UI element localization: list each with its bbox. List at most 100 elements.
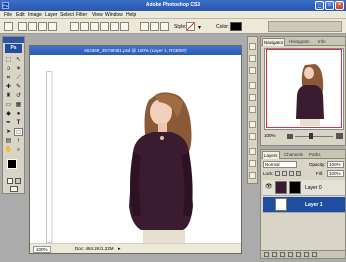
menu-select[interactable]: Select	[60, 12, 74, 18]
menu-help[interactable]: Help	[126, 12, 136, 18]
palette-well[interactable]	[268, 21, 342, 32]
tab-navigator[interactable]: Navigator	[262, 38, 286, 46]
blend-mode-select[interactable]: Normal	[263, 161, 297, 168]
tab-channels[interactable]: Channels	[283, 151, 304, 159]
shape-ellipse-icon[interactable]	[90, 22, 99, 31]
opacity-field[interactable]: 100%	[327, 161, 344, 168]
toolbox-header[interactable]	[3, 37, 24, 43]
delete-layer-icon[interactable]	[312, 252, 317, 257]
lock-pixels-icon[interactable]	[282, 171, 287, 176]
chevron-down-icon[interactable]: ▾	[198, 24, 201, 31]
history-brush-icon[interactable]: ↺	[14, 92, 23, 100]
shape-polygon-icon[interactable]	[100, 22, 109, 31]
dodge-tool-icon[interactable]: ●	[14, 110, 23, 118]
gradient-tool-icon[interactable]: ▦	[14, 101, 23, 109]
tab-paths[interactable]: Paths	[308, 151, 322, 159]
character-panel-icon[interactable]	[249, 148, 256, 155]
path-selection-icon[interactable]: ➤	[4, 128, 13, 136]
subtract-selection-icon[interactable]	[38, 22, 47, 31]
lasso-tool-icon[interactable]: ↄ	[4, 65, 13, 73]
quick-mask-icon[interactable]	[15, 178, 21, 184]
view-box[interactable]	[266, 49, 342, 128]
layer-comps-panel-icon[interactable]	[249, 67, 256, 74]
zoom-field[interactable]: 100%	[33, 246, 51, 253]
combine-icon[interactable]	[150, 22, 159, 31]
eraser-tool-icon[interactable]: ▭	[4, 101, 13, 109]
link-layers-icon[interactable]	[264, 252, 269, 257]
color-panel-icon[interactable]	[249, 82, 256, 89]
tool-preset-icon[interactable]	[4, 22, 13, 31]
shape-line-icon[interactable]	[110, 22, 119, 31]
zoom-in-icon[interactable]	[336, 133, 343, 139]
screen-mode-icon[interactable]	[10, 186, 18, 192]
shape-rounded-icon[interactable]	[80, 22, 89, 31]
lock-all-icon[interactable]	[296, 171, 301, 176]
menu-layer[interactable]: Layer	[45, 12, 58, 18]
menu-image[interactable]: Image	[28, 12, 42, 18]
paragraph-panel-icon[interactable]	[249, 160, 256, 167]
rectangle-tool-icon[interactable]: □	[14, 128, 23, 136]
add-selection-icon[interactable]	[28, 22, 37, 31]
layer-name[interactable]: Layer 0	[305, 185, 322, 191]
brushes-panel-icon[interactable]	[249, 43, 256, 50]
eyedropper-icon[interactable]: ⟊	[14, 137, 23, 145]
status-arrow-icon[interactable]: ▸	[118, 246, 121, 252]
zoom-slider-thumb[interactable]	[309, 133, 313, 139]
maximize-button[interactable]: □	[325, 1, 334, 10]
add-mask-icon[interactable]	[280, 252, 285, 257]
slice-tool-icon[interactable]: ⟋	[14, 74, 23, 82]
visibility-eye-icon[interactable]: 👁	[265, 184, 273, 191]
menu-file[interactable]: File	[4, 12, 12, 18]
blur-tool-icon[interactable]: ◆	[4, 110, 13, 118]
tab-layers[interactable]: Layers	[262, 151, 280, 159]
zoom-tool-icon[interactable]: ⌕	[14, 146, 23, 154]
clone-stamp-icon[interactable]: ♜	[4, 92, 13, 100]
layer-row[interactable]: 👁 Layer 0	[263, 180, 345, 196]
adjustment-layer-icon[interactable]	[288, 252, 293, 257]
lock-position-icon[interactable]	[289, 171, 294, 176]
link-icon[interactable]	[140, 22, 149, 31]
minimize-button[interactable]: _	[315, 1, 324, 10]
layer-style-icon[interactable]	[272, 252, 277, 257]
tool-presets-panel-icon[interactable]	[249, 55, 256, 62]
zoom-out-icon[interactable]	[287, 134, 293, 139]
shape-rect-icon[interactable]	[70, 22, 79, 31]
styles-panel-icon[interactable]	[249, 106, 256, 113]
menu-view[interactable]: View	[92, 12, 103, 18]
visibility-eye-icon[interactable]	[265, 201, 272, 208]
doc-info[interactable]: Doc: 484.2K/1.22M	[75, 246, 114, 251]
new-layer-icon[interactable]	[304, 252, 309, 257]
align-icon[interactable]	[160, 22, 169, 31]
marquee-tool-icon[interactable]: ⬚	[4, 56, 13, 64]
notes-tool-icon[interactable]: ▤	[4, 137, 13, 145]
navigator-zoom[interactable]: 100%	[264, 133, 276, 138]
tab-histogram[interactable]: Histogram	[288, 38, 311, 46]
magic-wand-icon[interactable]: ✶	[14, 65, 23, 73]
clone-source-panel-icon[interactable]	[249, 172, 256, 179]
fill-field[interactable]: 100%	[327, 170, 344, 177]
healing-brush-icon[interactable]: ✚	[4, 83, 13, 91]
standard-mode-icon[interactable]	[7, 178, 13, 184]
layer-mask-thumbnail[interactable]	[289, 181, 301, 194]
tab-info[interactable]: Info	[317, 38, 327, 46]
move-tool-icon[interactable]: ↖	[14, 56, 23, 64]
foreground-color-swatch[interactable]	[7, 159, 17, 169]
swatches-panel-icon[interactable]	[249, 94, 256, 101]
new-selection-icon[interactable]	[18, 22, 27, 31]
intersect-selection-icon[interactable]	[48, 22, 57, 31]
shape-custom-icon[interactable]	[120, 22, 129, 31]
menu-edit[interactable]: Edit	[16, 12, 25, 18]
history-panel-icon[interactable]	[249, 121, 256, 128]
menu-filter[interactable]: Filter	[76, 12, 87, 18]
layer-row-selected[interactable]: Layer 1	[263, 197, 345, 213]
style-swatch[interactable]	[186, 22, 195, 31]
hand-tool-icon[interactable]: ✋	[4, 146, 13, 154]
crop-tool-icon[interactable]: ⌗	[4, 74, 13, 82]
canvas[interactable]	[31, 56, 240, 244]
type-tool-icon[interactable]: T	[14, 119, 23, 127]
actions-panel-icon[interactable]	[249, 133, 256, 140]
close-button[interactable]: ×	[335, 1, 344, 10]
pen-tool-icon[interactable]: ✒	[4, 119, 13, 127]
zoom-slider[interactable]	[295, 136, 333, 137]
new-group-icon[interactable]	[296, 252, 301, 257]
